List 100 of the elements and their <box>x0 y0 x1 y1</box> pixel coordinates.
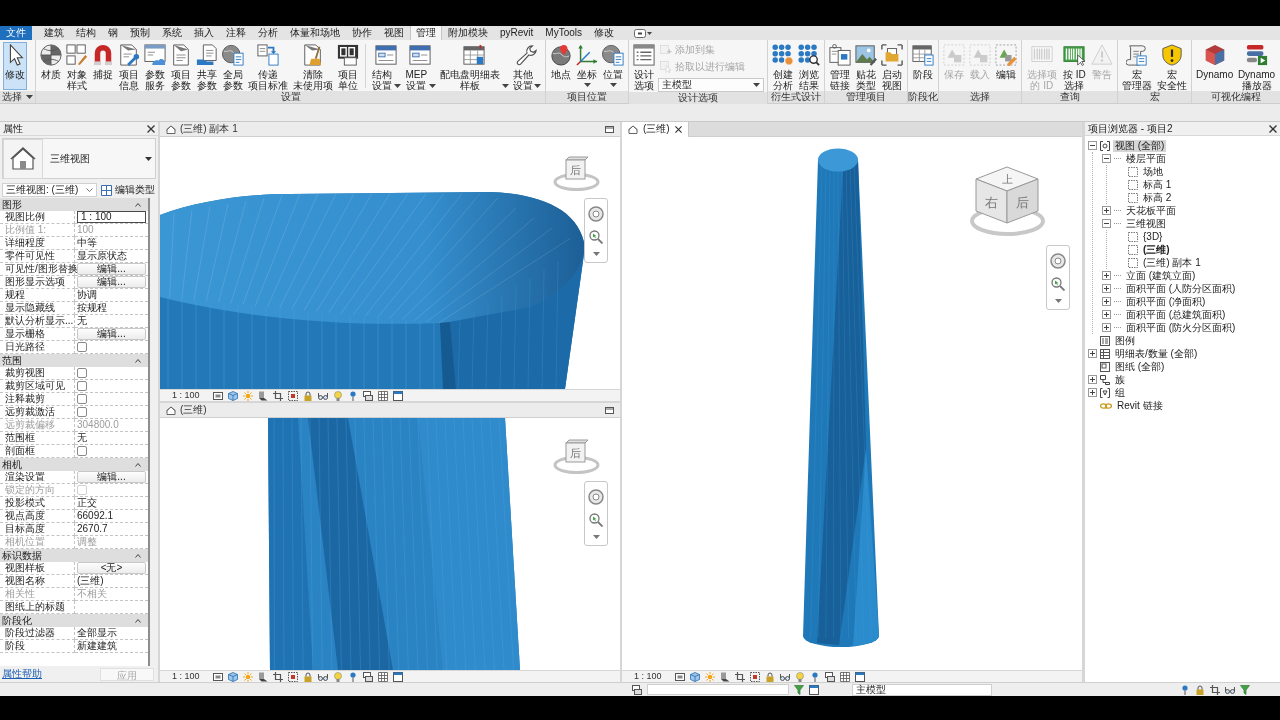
grid-icon[interactable] <box>839 671 850 682</box>
tree-item[interactable]: Revit 链接 <box>1115 399 1165 412</box>
crop-frame-icon[interactable] <box>287 390 298 401</box>
checkbox[interactable] <box>77 368 87 378</box>
group-header[interactable]: 图形 <box>0 198 148 211</box>
status-dropdown[interactable]: 主模型 <box>852 683 992 696</box>
grid-icon[interactable] <box>377 390 388 401</box>
collapse-icon[interactable] <box>1102 219 1111 228</box>
tree-item[interactable]: 三维视图 <box>1124 217 1168 230</box>
zoom-icon[interactable] <box>589 513 603 527</box>
edit-type-button[interactable]: 编辑类型 <box>100 183 156 197</box>
window-icon[interactable] <box>392 390 403 401</box>
expand-icon[interactable] <box>1088 375 1097 384</box>
tree-item[interactable]: 视图 (全部) <box>1113 139 1167 152</box>
crop-frame-icon[interactable] <box>749 671 760 682</box>
ribbon-tab[interactable]: 钢 <box>102 26 124 40</box>
ribbon-button[interactable]: 对象样式 <box>65 42 89 90</box>
checkbox[interactable] <box>77 394 87 404</box>
ribbon-tab[interactable]: 系统 <box>156 26 188 40</box>
tree-item[interactable]: 面积平面 (人防分区面积) <box>1124 282 1238 295</box>
edit-button[interactable]: 编辑... <box>77 471 146 483</box>
tree-item[interactable]: 面积平面 (净面积) <box>1124 295 1208 308</box>
ribbon-button[interactable]: 坐标 <box>575 42 599 90</box>
close-icon[interactable] <box>1269 124 1277 133</box>
tree-item[interactable]: 图例 <box>1113 334 1137 347</box>
caret-icon[interactable] <box>1054 299 1062 303</box>
lightbulb-icon[interactable] <box>332 671 343 682</box>
crop-icon[interactable] <box>734 671 745 682</box>
ribbon-button[interactable]: 宏管理器 <box>1121 42 1154 90</box>
pin-icon[interactable] <box>1180 684 1190 695</box>
ribbon-button[interactable]: 项目单位 <box>336 42 360 90</box>
frame-icon[interactable] <box>212 671 223 682</box>
frame-icon[interactable] <box>674 671 685 682</box>
view-scale[interactable]: 1 : 100 <box>172 390 200 401</box>
edit-button[interactable]: 编辑... <box>77 276 146 288</box>
funnel-icon[interactable] <box>794 684 804 695</box>
lock-icon[interactable] <box>1195 684 1205 695</box>
ribbon-tab[interactable]: 建筑 <box>38 26 70 40</box>
cube-icon[interactable] <box>227 671 238 682</box>
ribbon-button[interactable]: 浏览结果 <box>797 42 821 90</box>
eyeglasses-icon[interactable] <box>317 671 328 682</box>
ribbon-tab[interactable]: 管理 <box>410 26 442 40</box>
tree-item[interactable]: 族 <box>1113 373 1127 386</box>
collapse-icon[interactable] <box>1102 154 1111 163</box>
ribbon-tab[interactable]: 附加模块 <box>442 26 494 40</box>
view-scale[interactable]: 1 : 100 <box>634 671 662 682</box>
ribbon-button[interactable]: 共享参数 <box>195 42 219 90</box>
tree-item[interactable]: 明细表/数量 (全部) <box>1113 347 1200 360</box>
tree-item[interactable]: (三维) 副本 1 <box>1141 256 1203 269</box>
ribbon-button[interactable]: 按 ID选择 <box>1060 42 1088 90</box>
stacked-windows-icon[interactable] <box>362 671 373 682</box>
window-icon[interactable] <box>605 125 614 133</box>
ribbon-button[interactable]: 项目参数 <box>169 42 193 90</box>
ribbon-button[interactable]: 地点 <box>549 42 573 90</box>
crop-icon[interactable] <box>272 390 283 401</box>
group-header[interactable]: 相机 <box>0 458 148 471</box>
pin-icon[interactable] <box>809 671 820 682</box>
ribbon-button[interactable]: MEP设置 <box>403 42 437 90</box>
ribbon-button[interactable]: 配电盘明细表样板 <box>439 42 510 90</box>
tree-item[interactable]: 面积平面 (防火分区面积) <box>1124 321 1238 334</box>
tree-item[interactable]: 天花板平面 <box>1124 204 1178 217</box>
caret-icon[interactable] <box>592 252 600 256</box>
eyeglasses-icon[interactable] <box>779 671 790 682</box>
ribbon-tab[interactable]: 插入 <box>188 26 220 40</box>
ribbon-button[interactable]: 管理链接 <box>828 42 852 90</box>
frame-icon[interactable] <box>212 390 223 401</box>
ribbon-button[interactable]: Dynamo <box>1195 42 1235 90</box>
edit-button[interactable]: <无> <box>77 562 146 574</box>
pin-icon[interactable] <box>347 671 358 682</box>
stacked-windows-icon[interactable] <box>824 671 835 682</box>
ribbon-tab[interactable]: 修改 <box>588 26 621 40</box>
ribbon-button[interactable]: 清除未使用项 <box>291 42 334 90</box>
steering-wheel-icon[interactable] <box>588 489 604 505</box>
tree-item[interactable]: 标高 2 <box>1141 191 1174 204</box>
steering-wheel-icon[interactable] <box>1050 253 1066 269</box>
collapse-icon[interactable] <box>1088 141 1097 150</box>
expand-icon[interactable] <box>1102 323 1111 332</box>
panel-menu[interactable]: 选择 <box>0 91 35 103</box>
ribbon-button[interactable]: Dynamo播放器 <box>1236 42 1277 90</box>
ribbon-tab[interactable]: 分析 <box>252 26 284 40</box>
input-field[interactable]: 1 : 100 <box>77 211 146 223</box>
expand-icon[interactable] <box>1102 271 1111 280</box>
ribbon-button[interactable]: 宏安全性 <box>1155 42 1188 90</box>
funnel-icon[interactable] <box>1240 684 1250 695</box>
window-icon[interactable] <box>854 671 865 682</box>
tree-item[interactable]: {3D} <box>1141 230 1165 243</box>
group-header[interactable]: 范围 <box>0 354 148 367</box>
group-header[interactable]: 阶段化 <box>0 614 148 627</box>
crop-icon[interactable] <box>272 671 283 682</box>
type-selector[interactable]: 三维视图 <box>2 138 156 179</box>
stacked-windows-icon[interactable] <box>362 390 373 401</box>
pin-icon[interactable] <box>347 390 358 401</box>
ribbon-button[interactable]: 材质 <box>39 42 63 90</box>
view-scale[interactable]: 1 : 100 <box>172 671 200 682</box>
ribbon-button[interactable]: 捕捉 <box>91 42 115 90</box>
zoom-icon[interactable] <box>1051 277 1065 291</box>
ribbon-tab[interactable]: 视图 <box>378 26 410 40</box>
ribbon-button[interactable]: 传递项目标准 <box>247 42 290 90</box>
lock-icon[interactable] <box>302 671 313 682</box>
zoom-icon[interactable] <box>589 230 603 244</box>
